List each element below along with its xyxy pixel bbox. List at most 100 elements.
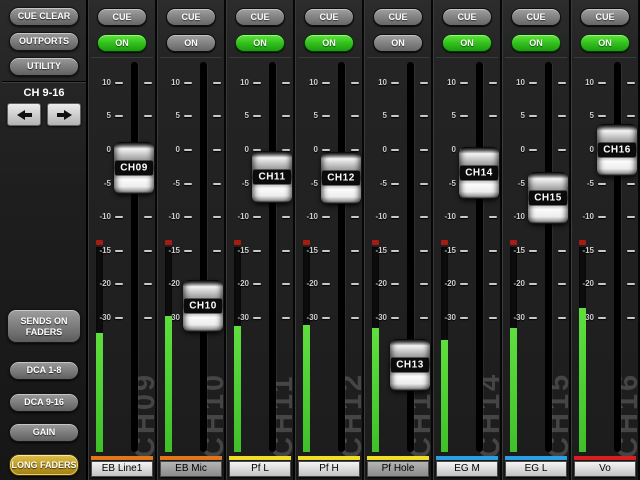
fader-scale-tick [351,216,359,218]
level-meter-fill [579,308,586,452]
channel-name[interactable]: EB Mic [160,461,222,477]
fader-scale-tick [115,283,123,285]
fader-scale-label: 10 [504,78,525,87]
fader-scale-label: 5 [159,111,180,120]
meter-peak-indicator [165,240,172,245]
fader-cap[interactable]: CH14 [459,147,499,199]
fader-scale-tick [282,216,290,218]
fader-scale-tick [391,115,399,117]
channel-on-button[interactable]: ON [235,34,285,52]
fader-cap-label: CH10 [184,299,222,314]
fader-scale-label: -20 [366,279,387,288]
fader-scale-tick [460,115,468,117]
bank-next-button[interactable] [47,103,81,126]
fader-scale-tick [391,149,399,151]
fader-scale-tick [627,82,635,84]
cue-button[interactable]: CUE [304,8,354,26]
outports-button[interactable]: OUTPORTS [9,32,79,51]
left-arrow-icon [17,110,32,120]
fader-cap[interactable]: CH13 [390,339,430,391]
fader-scale-tick [351,283,359,285]
fader-cap[interactable]: CH16 [597,124,637,176]
channel-name[interactable]: Pf H [298,461,360,477]
fader-track [131,62,138,452]
fader-cap[interactable]: CH09 [114,142,154,194]
fader-cap[interactable]: CH15 [528,172,568,224]
fader-scale-tick [558,149,566,151]
fader-cap[interactable]: CH11 [252,151,292,203]
fader-scale-label: 10 [366,78,387,87]
fader-cap[interactable]: CH12 [321,152,361,204]
meter-peak-indicator [96,240,103,245]
fader-scale-label: -20 [435,279,456,288]
fader-scale-label: 5 [435,111,456,120]
channel-on-button[interactable]: ON [511,34,561,52]
fader-scale-tick [529,250,537,252]
fader-cap-label: CH09 [115,161,153,176]
channel-on-button[interactable]: ON [166,34,216,52]
fader-scale-tick [253,216,261,218]
fader-scale-tick [420,115,428,117]
fader-scale-tick [420,250,428,252]
dca-1-8-button[interactable]: DCA 1-8 [9,361,79,380]
cue-button[interactable]: CUE [166,8,216,26]
long-faders-button[interactable]: LONG FADERS [9,454,79,476]
channel-on-button[interactable]: ON [442,34,492,52]
mixer-fader-bank-screen: CUE CLEAR OUTPORTS UTILITY CH 9-16 SENDS… [0,0,640,480]
channel-on-button[interactable]: ON [304,34,354,52]
level-meter-fill [234,326,241,452]
channel-name[interactable]: EB Line1 [91,461,153,477]
utility-button[interactable]: UTILITY [9,57,79,76]
fader-scale-tick [598,115,606,117]
fader-cap-label: CH14 [460,166,498,181]
channel-on-button[interactable]: ON [580,34,630,52]
fader-scale-tick [598,183,606,185]
channel-name[interactable]: EG M [436,461,498,477]
fader-cap[interactable]: CH10 [183,280,223,332]
cue-button[interactable]: CUE [373,8,423,26]
cue-button[interactable]: CUE [442,8,492,26]
sends-on-faders-button[interactable]: SENDS ON FADERS [7,309,81,343]
fader-scale-label: 5 [366,111,387,120]
fader-scale-tick [529,317,537,319]
fader-scale-label: -5 [159,179,180,188]
channel-name[interactable]: Pf Hole [367,461,429,477]
cue-button[interactable]: CUE [97,8,147,26]
fader-scale-tick [627,250,635,252]
channel-name[interactable]: Vo [574,461,636,477]
fader-scale-label: 0 [90,145,111,154]
fader-scale-tick [351,82,359,84]
channel-name[interactable]: Pf L [229,461,291,477]
channel-strip: CH11 CUE ON CH11 Pf L 1050-5-10-15-20-30 [226,0,295,480]
gain-button[interactable]: GAIN [9,423,79,442]
channel-strip: CH16 CUE ON CH16 Vo 1050-5-10-15-20-30 [571,0,640,480]
fader-scale-tick [253,82,261,84]
cue-button[interactable]: CUE [511,8,561,26]
cue-button[interactable]: CUE [235,8,285,26]
fader-scale-label: 5 [573,111,594,120]
bank-previous-button[interactable] [7,103,41,126]
fader-scale-label: -20 [504,279,525,288]
channel-on-button[interactable]: ON [97,34,147,52]
fader-scale-tick [351,250,359,252]
fader-scale-tick [322,317,330,319]
fader-scale-tick [391,317,399,319]
channel-name[interactable]: EG L [505,461,567,477]
cue-button[interactable]: CUE [580,8,630,26]
fader-scale-label: -10 [504,212,525,221]
fader-scale-tick [627,115,635,117]
fader-scale-tick [391,283,399,285]
fader-scale-tick [460,283,468,285]
fader-scale-label: -10 [366,212,387,221]
fader-scale-tick [489,317,497,319]
channel-strip: CH14 CUE ON CH14 EG M 1050-5-10-15-20-30 [433,0,502,480]
fader-scale-tick [322,149,330,151]
channel-on-button[interactable]: ON [373,34,423,52]
channel-strips: CH09 CUE ON CH09 EB Line1 1050-5-10-15-2… [88,0,640,480]
fader-scale-tick [598,283,606,285]
strip-divider [574,57,636,58]
dca-9-16-button[interactable]: DCA 9-16 [9,393,79,412]
fader-scale-tick [282,317,290,319]
fader-scale-tick [144,115,152,117]
cue-clear-button[interactable]: CUE CLEAR [9,7,79,26]
